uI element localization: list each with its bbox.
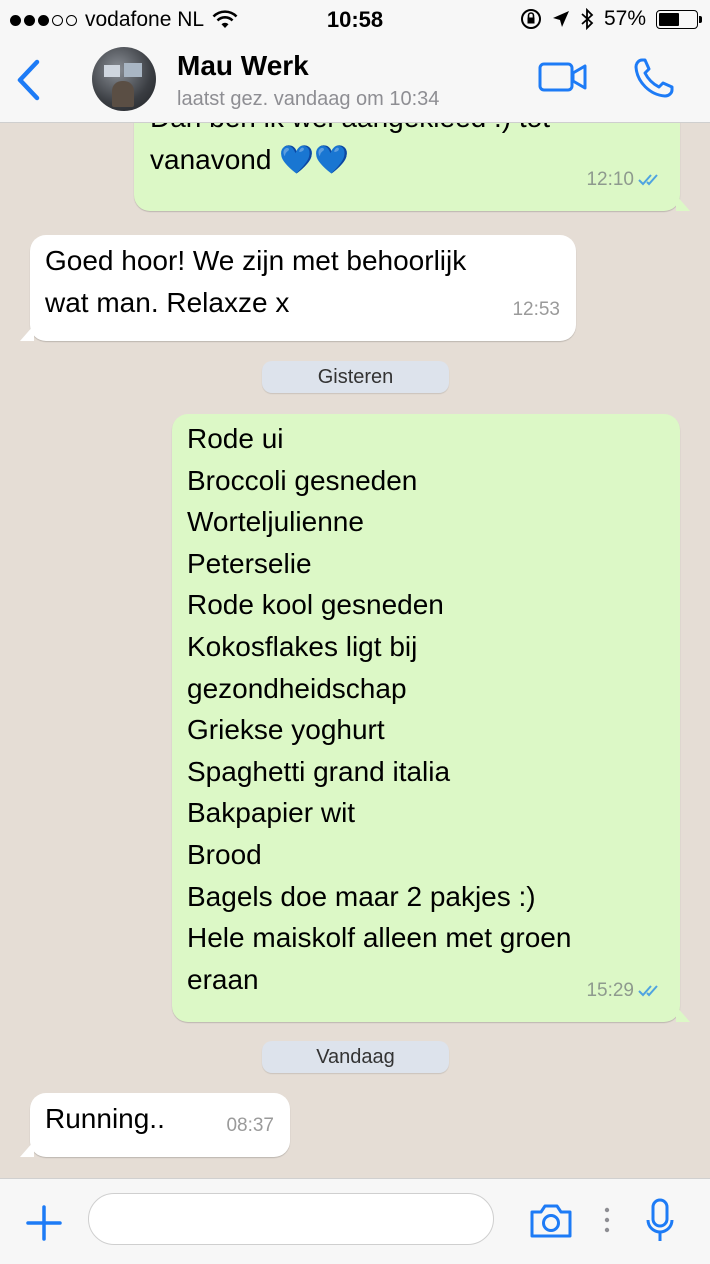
message-time: 12:53 [512,299,560,321]
message-text: Goed hoor! We zijn met behoorlijk wat ma… [45,245,467,318]
video-call-button[interactable] [538,60,588,99]
message-time: 15:29 [586,980,634,1002]
camera-icon [530,1204,572,1238]
composer-bar [0,1178,710,1264]
microphone-icon [646,1198,674,1241]
plus-icon [26,1205,62,1241]
battery-percent: 57% [603,7,646,30]
message-incoming[interactable]: Running.. 08:37 [20,1093,290,1157]
rotation-lock-icon [520,9,541,29]
date-separator: Vandaag [262,1041,449,1073]
message-meta: 12:53 [512,289,560,331]
message-input[interactable] [88,1193,494,1245]
date-separator: Gisteren [262,361,449,393]
message-list[interactable]: Dan ben ik wel aangekleed :) tot vanavon… [0,123,710,1178]
status-bar: vodafone NL 10:58 57% [0,0,710,40]
message-incoming[interactable]: Goed hoor! We zijn met behoorlijk wat ma… [20,235,576,341]
message-meta: 15:29 [586,970,664,1012]
attach-button[interactable] [26,1205,62,1246]
back-button[interactable] [14,58,42,107]
camera-button[interactable] [528,1203,574,1244]
contact-last-seen: laatst gez. vandaag om 10:34 [177,88,440,110]
status-right: 57% [520,7,702,31]
more-options-icon[interactable] [603,1206,611,1241]
chevron-left-icon [17,59,40,101]
message-meta: 08:37 [226,1105,274,1147]
double-check-icon [638,174,658,186]
message-meta: 12:10 [586,159,664,201]
phone-icon [634,58,674,98]
message-outgoing[interactable]: Dan ben ik wel aangekleed :) tot vanavon… [134,123,690,211]
battery-icon [656,9,702,29]
voice-record-button[interactable] [645,1198,675,1249]
chat-header: Mau Werk laatst gez. vandaag om 10:34 [0,40,710,123]
location-arrow-icon [552,11,569,27]
avatar[interactable] [92,47,156,111]
contact-name[interactable]: Mau Werk [177,50,309,82]
message-text: Rode ui Broccoli gesneden Worteljulienne… [187,423,572,995]
video-camera-icon [538,62,587,92]
message-time: 12:10 [586,169,634,191]
message-outgoing[interactable]: Rode ui Broccoli gesneden Worteljulienne… [172,414,690,1022]
double-check-icon [638,985,658,997]
bluetooth-icon [581,8,594,30]
message-time: 08:37 [226,1115,274,1137]
voice-call-button[interactable] [632,56,676,105]
